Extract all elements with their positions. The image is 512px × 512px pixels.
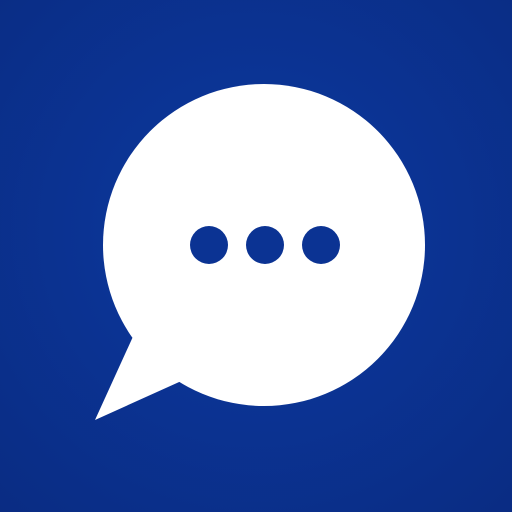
- app-icon: [0, 0, 512, 512]
- typing-dot-3: [302, 226, 340, 264]
- chat-bubble-icon: [95, 84, 425, 420]
- typing-dot-2: [246, 226, 284, 264]
- typing-dot-1: [190, 226, 228, 264]
